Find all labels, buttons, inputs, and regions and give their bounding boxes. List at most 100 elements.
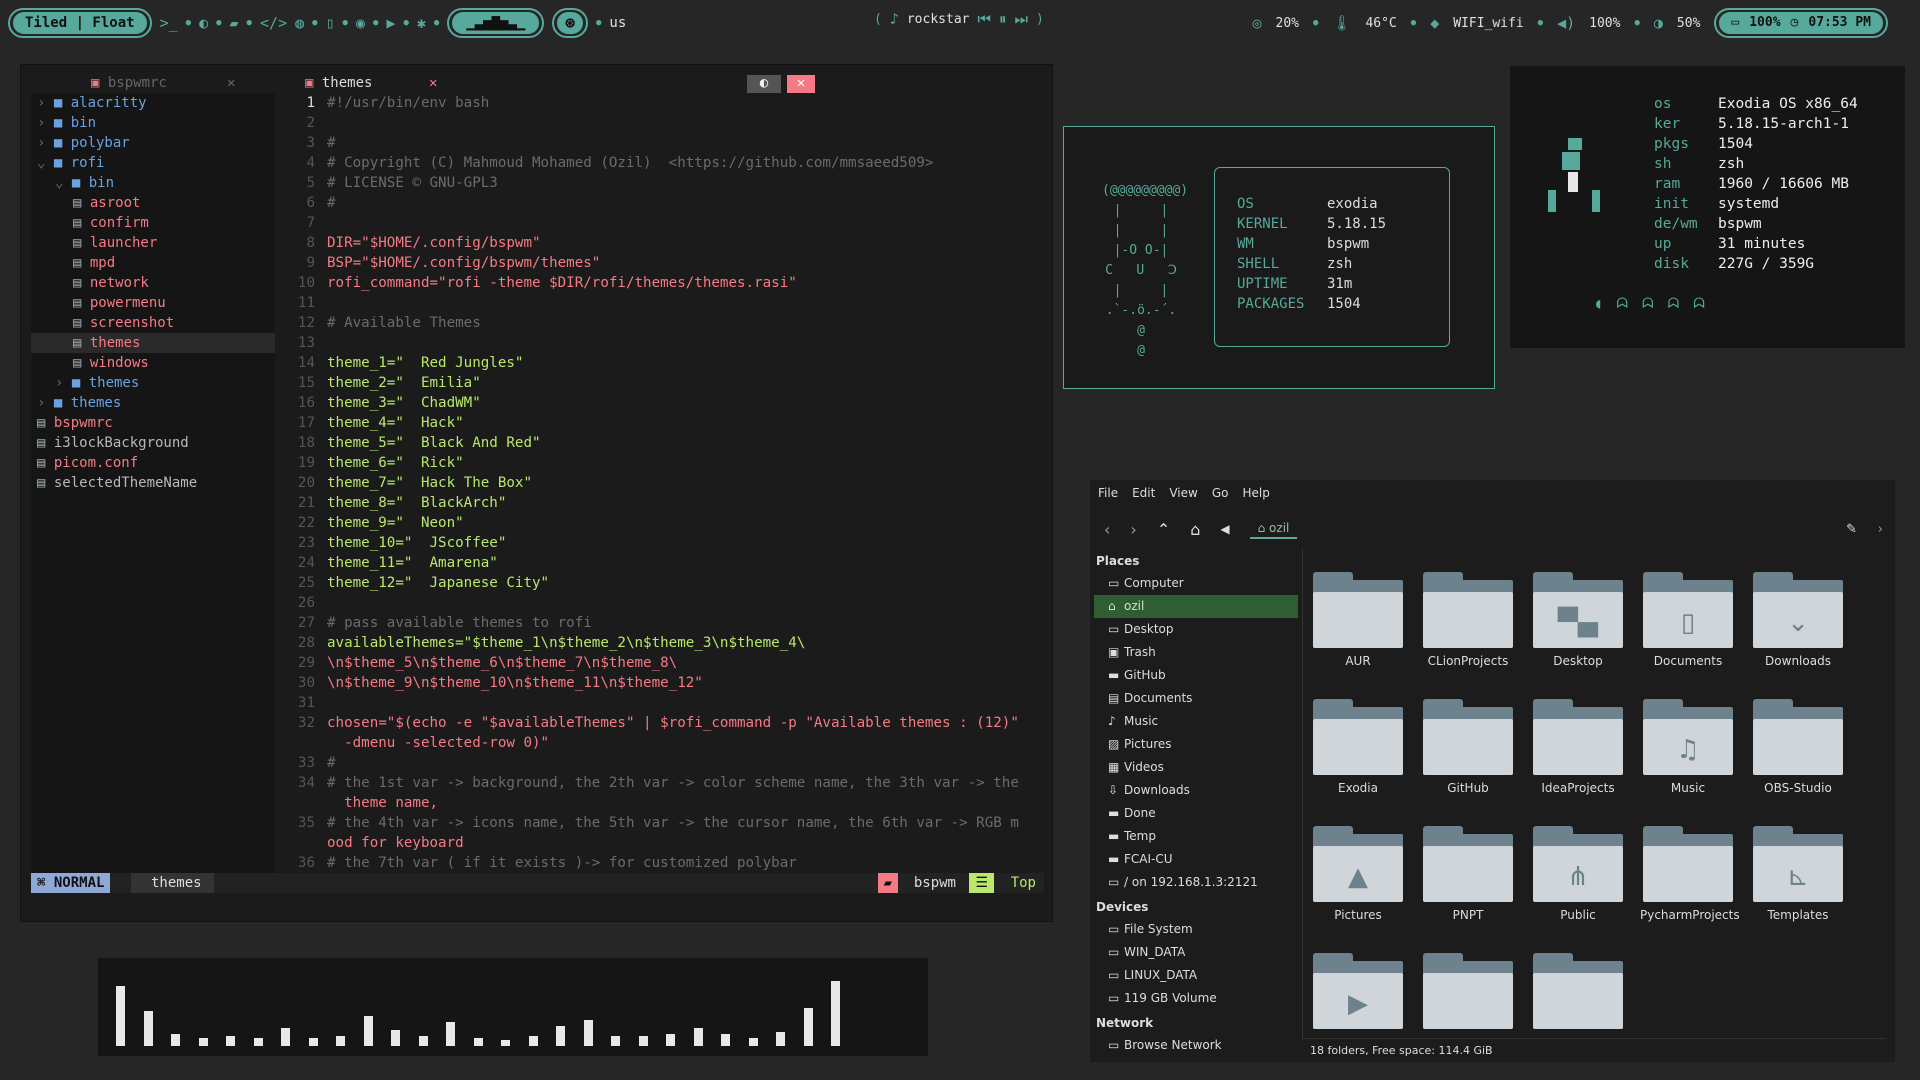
tree-item[interactable]: ▤ selectedThemeName (31, 473, 275, 493)
pause-icon[interactable]: ⏸ (999, 10, 1007, 28)
fetch-terminal[interactable]: (@@@@@@@@@) | | | | |-O O-| C U Ↄ | | .`-.ö.-´… (1063, 126, 1495, 389)
back-icon[interactable]: ‹ (1104, 520, 1110, 539)
code-line[interactable]: 4 # Copyright (C) Mahmoud Mohamed (Ozil) … (283, 153, 1044, 173)
layout-indicator[interactable]: Tiled | Float (13, 12, 147, 34)
sidebar-item[interactable]: ▬ FCAI-CU (1094, 848, 1298, 871)
tree-item[interactable]: › ■ themes (31, 393, 275, 413)
layout-pill[interactable]: Tiled | Float (8, 8, 152, 38)
edit-path-icon[interactable]: ✎ (1846, 522, 1857, 537)
code-line[interactable]: 18 theme_5=" Black And Red" (283, 433, 1044, 453)
wifi-icon[interactable]: ◆ (1430, 14, 1439, 32)
code-area[interactable]: 1 #!/usr/bin/env bash 2 3 #4 # Copyright (C) … (283, 93, 1044, 873)
tree-item[interactable]: ⌄ ■ bin (31, 173, 275, 193)
tree-item[interactable]: ▤ launcher (31, 233, 275, 253)
code-line[interactable]: 36 # the 7th var ( if it exists )-> for c… (283, 853, 1044, 873)
tab-close-icon[interactable]: ✕ (429, 75, 437, 91)
tree-item[interactable]: ▤ asroot (31, 193, 275, 213)
brightness-icon[interactable]: ◑ (1654, 14, 1663, 32)
code-line[interactable]: 10 rofi_command="rofi -theme $DIR/rofi/th… (283, 273, 1044, 293)
menu-item[interactable]: File (1098, 486, 1118, 500)
code-line[interactable]: 17 theme_4=" Hack" (283, 413, 1044, 433)
code-line[interactable]: 34 # the 1st var -> background, the 2th v… (283, 773, 1044, 793)
path-right-icon[interactable]: › (1878, 522, 1883, 537)
code-line[interactable]: 2 (283, 113, 1044, 133)
up-icon[interactable]: ⌃ (1157, 520, 1170, 539)
code-line[interactable]: 24 theme_11=" Amarena" (283, 553, 1044, 573)
sidebar-item[interactable]: ▣ Trash (1094, 641, 1298, 664)
sidebar-item[interactable]: ▭ File System (1094, 918, 1298, 941)
code-line[interactable]: 14 theme_1=" Red Jungles" (283, 353, 1044, 373)
notes-icon[interactable]: ▯ (326, 14, 335, 32)
folder-item[interactable]: ⋔ Public (1530, 826, 1626, 922)
github-icon[interactable]: ◍ (295, 14, 304, 32)
tree-item[interactable]: ▤ bspwmrc (31, 413, 275, 433)
tree-item[interactable]: › ■ themes (31, 373, 275, 393)
code-line[interactable]: 7 (283, 213, 1044, 233)
tree-item[interactable]: ▤ themes (31, 333, 275, 353)
tree-item[interactable]: ▤ i3lockBackground (31, 433, 275, 453)
sidebar-item[interactable]: ▭ Browse Network (1094, 1034, 1298, 1057)
code-line[interactable]: 32 chosen="$(echo -e "$availableThemes" |… (283, 713, 1044, 733)
volume-icon[interactable]: ◀) (1557, 14, 1575, 32)
code-line[interactable]: 3 # (283, 133, 1044, 153)
sidebar-item[interactable]: ▦ Videos (1094, 756, 1298, 779)
code-line[interactable]: 16 theme_3=" ChadWM" (283, 393, 1044, 413)
folder-item[interactable]: ♫ Music (1640, 699, 1736, 795)
code-line[interactable]: 26 (283, 593, 1044, 613)
tree-item[interactable]: ⌄ ■ rofi (31, 153, 275, 173)
prev-track-icon[interactable]: ⏮ (977, 10, 991, 28)
home-icon[interactable]: ⌂ (1190, 520, 1200, 539)
code-line[interactable]: 12 # Available Themes (283, 313, 1044, 333)
menu-item[interactable]: Help (1242, 486, 1269, 500)
code-line[interactable]: 29 \n$theme_5\n$theme_6\n$theme_7\n$theme… (283, 653, 1044, 673)
tree-item[interactable]: ▤ screenshot (31, 313, 275, 333)
sidebar-item[interactable]: ▭ Computer (1094, 572, 1298, 595)
tree-item[interactable]: › ■ bin (31, 113, 275, 133)
code-line[interactable]: 9 BSP="$HOME/.config/bspwm/themes" (283, 253, 1044, 273)
folder-item[interactable]: GitHub (1420, 699, 1516, 795)
folder-item[interactable]: ▀▄ Desktop (1530, 572, 1626, 668)
sidebar-item[interactable]: ▭ Desktop (1094, 618, 1298, 641)
sidebar-item[interactable]: ▭ WIN_DATA (1094, 941, 1298, 964)
settings-icon[interactable]: ✱ (417, 14, 426, 32)
tree-item[interactable]: ▤ windows (31, 353, 275, 373)
code-line[interactable]: 23 theme_10=" JScoffee" (283, 533, 1044, 553)
code-line[interactable]: 35 # the 4th var -> icons name, the 5th v… (283, 813, 1044, 833)
code-line[interactable]: 21 theme_8=" BlackArch" (283, 493, 1044, 513)
forward-icon[interactable]: › (1130, 520, 1136, 539)
code-line[interactable]: 13 (283, 333, 1044, 353)
next-track-icon[interactable]: ⏭ (1015, 10, 1029, 28)
folder-item[interactable]: AUR (1310, 572, 1406, 668)
code-icon[interactable]: </> (260, 14, 287, 32)
launcher-icon[interactable]: ⊛ (557, 12, 583, 34)
folder-item[interactable]: ▯ Documents (1640, 572, 1736, 668)
neovim-window[interactable]: ▣ bspwmrc ✕ ▣ themes ✕ ◐ ✕ › ■ alacritty… (20, 64, 1053, 922)
folder-item[interactable]: CLionProjects (1420, 572, 1516, 668)
sidebar-item[interactable]: ▬ Temp (1094, 825, 1298, 848)
code-line[interactable]: 1 #!/usr/bin/env bash (283, 93, 1044, 113)
tree-item[interactable]: ▤ powermenu (31, 293, 275, 313)
code-line[interactable]: 33 # (283, 753, 1044, 773)
code-line[interactable]: ood for keyboard (283, 833, 1044, 853)
sidebar-item[interactable]: ▨ Pictures (1094, 733, 1298, 756)
workspace-pill[interactable]: ▁▃▅▇▅▃▁ (447, 8, 545, 38)
folder-icon[interactable]: ▰ (230, 14, 239, 32)
code-line[interactable]: 19 theme_6=" Rick" (283, 453, 1044, 473)
folder-item[interactable] (1420, 953, 1516, 1035)
chat-icon[interactable]: ◉ (356, 14, 365, 32)
code-line[interactable]: 15 theme_2=" Emilia" (283, 373, 1044, 393)
code-line[interactable]: 27 # pass available themes to rofi (283, 613, 1044, 633)
tree-item[interactable]: ▤ picom.conf (31, 453, 275, 473)
wifi-name[interactable]: WIFI_wifi (1453, 16, 1523, 31)
sidebar-item[interactable]: ▭ / on 192.168.1.3:2121 (1094, 871, 1298, 894)
code-line[interactable]: 6 # (283, 193, 1044, 213)
firefox-icon[interactable]: ◐ (199, 14, 208, 32)
location-button[interactable]: ⌂ ozil (1249, 519, 1298, 539)
sidebar-item[interactable]: ♪ Music (1094, 710, 1298, 733)
toggle-icon[interactable]: ◐ (747, 75, 781, 93)
folder-item[interactable]: Exodia (1310, 699, 1406, 795)
folder-item[interactable]: ▲ Pictures (1310, 826, 1406, 922)
sidebar-item[interactable]: ⇩ Downloads (1094, 779, 1298, 802)
code-line[interactable]: theme name, (283, 793, 1044, 813)
volume-level[interactable]: 100% (1589, 16, 1620, 31)
